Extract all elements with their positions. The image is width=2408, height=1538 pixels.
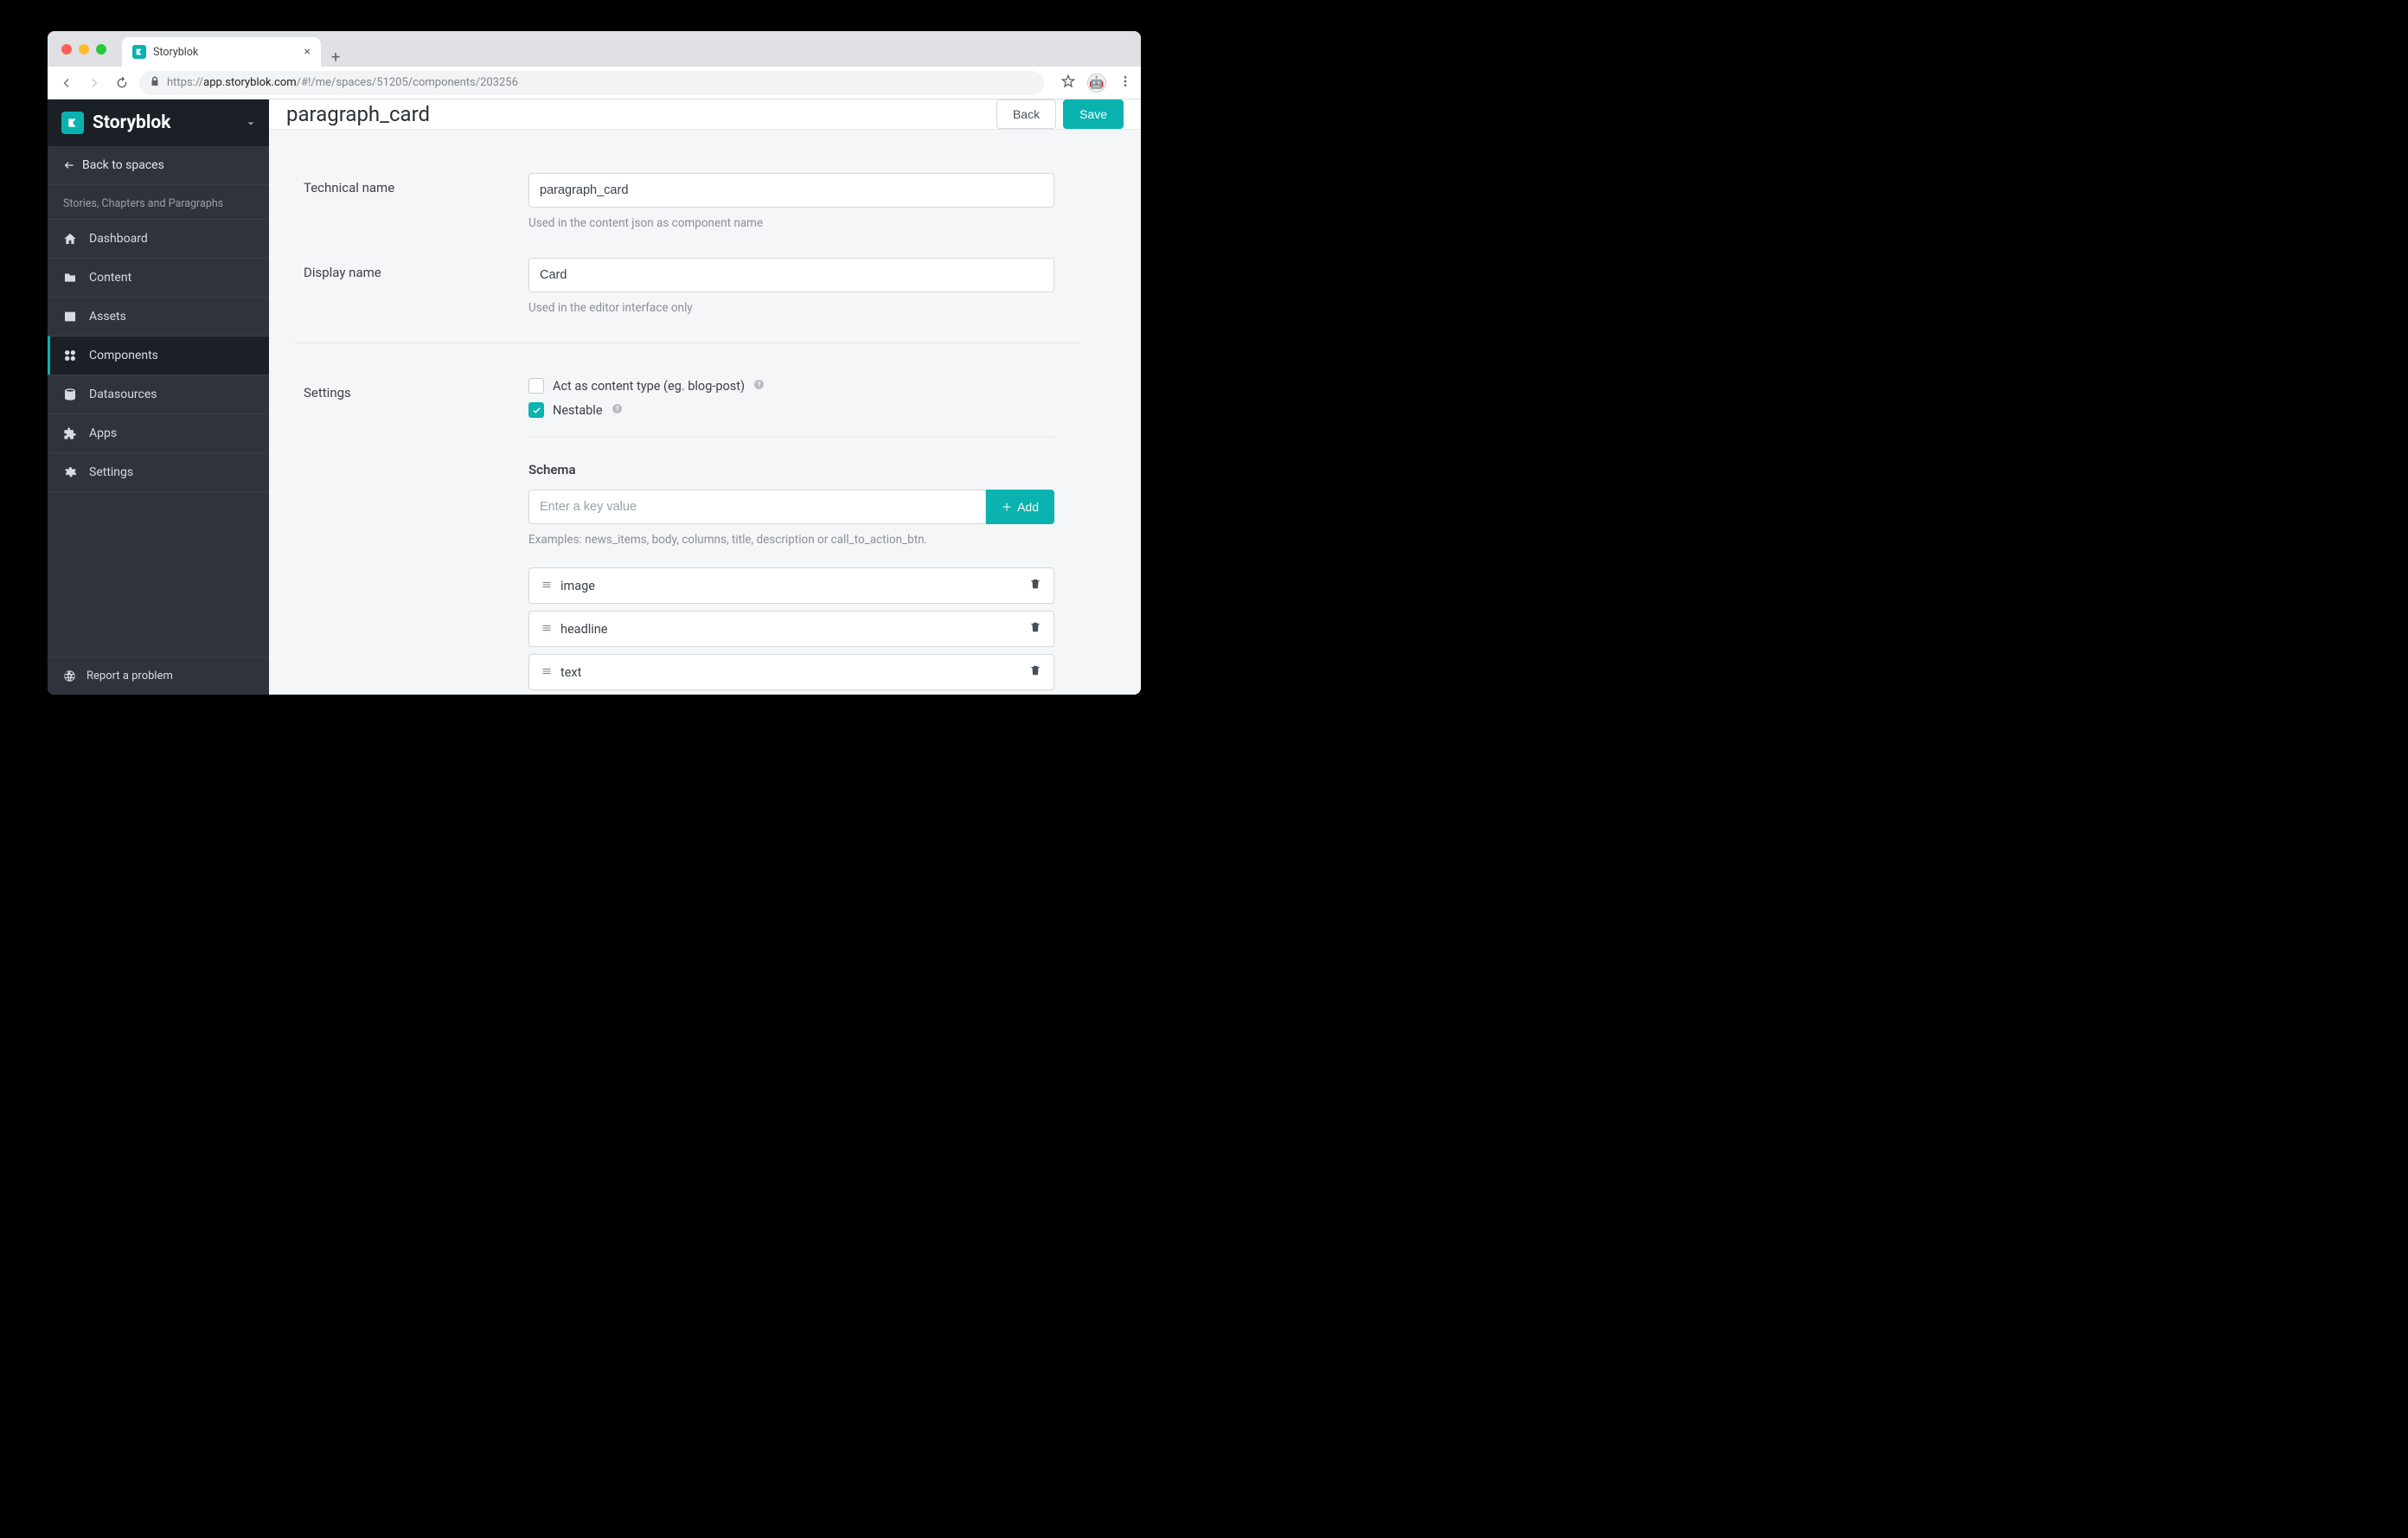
schema-item[interactable]: image [528, 567, 1054, 604]
technical-name-help: Used in the content json as component na… [528, 216, 1054, 230]
workspace-name: Stories, Chapters and Paragraphs [48, 185, 269, 219]
schema-heading: Schema [528, 462, 1054, 477]
image-icon [63, 310, 77, 324]
back-to-spaces-link[interactable]: Back to spaces [48, 146, 269, 185]
storyblok-logo-icon [61, 112, 84, 134]
app-container: Storyblok Back to spaces Stories, Chapte… [48, 99, 1141, 695]
bookmark-icon[interactable] [1061, 74, 1075, 92]
minimize-window-button[interactable] [79, 44, 89, 54]
sidebar-nav: Dashboard Content Assets Components Data… [48, 219, 269, 657]
sidebar-item-label: Apps [89, 426, 117, 440]
components-icon [63, 349, 77, 362]
browser-tab[interactable]: Storyblok × [122, 37, 321, 67]
browser-toolbar: https://app.storyblok.com/#!/me/spaces/5… [48, 67, 1141, 99]
sidebar-item-dashboard[interactable]: Dashboard [48, 219, 269, 258]
back-button[interactable]: Back [996, 99, 1056, 129]
tab-favicon-icon [132, 45, 146, 59]
help-icon[interactable]: ? [612, 403, 623, 418]
sidebar-item-label: Components [89, 349, 158, 362]
lock-icon [150, 76, 160, 90]
sidebar-item-settings[interactable]: Settings [48, 452, 269, 492]
sidebar-item-label: Datasources [89, 388, 157, 401]
browser-menu-icon[interactable] [1118, 74, 1132, 92]
sidebar-item-label: Content [89, 271, 131, 285]
page-title: paragraph_card [286, 102, 430, 126]
sidebar-item-assets[interactable]: Assets [48, 297, 269, 336]
window-controls [61, 44, 106, 54]
main-content: paragraph_card Back Save Technical name … [269, 99, 1141, 695]
close-window-button[interactable] [61, 44, 72, 54]
back-link-label: Back to spaces [82, 158, 164, 172]
tab-close-icon[interactable]: × [304, 45, 311, 59]
schema-item[interactable]: text [528, 654, 1054, 690]
profile-avatar[interactable]: 🤖 [1087, 74, 1106, 93]
brand-text: Storyblok [93, 112, 171, 133]
svg-text:?: ? [615, 405, 618, 413]
report-problem-link[interactable]: Report a problem [48, 657, 269, 695]
schema-list: image headline text [528, 567, 1054, 690]
content-topbar: paragraph_card Back Save [269, 99, 1141, 130]
drag-handle-icon[interactable] [541, 622, 552, 637]
database-icon [63, 388, 77, 401]
new-tab-button[interactable]: + [331, 48, 340, 67]
nestable-label: Nestable [553, 403, 603, 418]
tab-title: Storyblok [153, 46, 198, 59]
footer-label: Report a problem [86, 670, 173, 682]
plus-icon [1002, 502, 1012, 512]
schema-item-name: image [560, 579, 595, 593]
content-type-checkbox[interactable] [528, 378, 544, 394]
sidebar-item-label: Dashboard [89, 232, 148, 246]
settings-label: Settings [304, 378, 528, 695]
drag-handle-icon[interactable] [541, 665, 552, 680]
display-name-label: Display name [304, 258, 528, 315]
sidebar-item-content[interactable]: Content [48, 258, 269, 297]
nestable-checkbox[interactable] [528, 402, 544, 418]
chevron-down-icon [247, 112, 255, 133]
gear-icon [63, 465, 77, 479]
home-icon [63, 232, 77, 246]
svg-text:?: ? [758, 381, 761, 388]
display-name-help: Used in the editor interface only [528, 301, 1054, 315]
sidebar-item-label: Assets [89, 310, 126, 324]
reload-button[interactable] [112, 73, 132, 93]
add-button-label: Add [1017, 500, 1039, 514]
technical-name-label: Technical name [304, 173, 528, 230]
schema-item[interactable]: headline [528, 611, 1054, 647]
sidebar-item-datasources[interactable]: Datasources [48, 375, 269, 413]
browser-tab-strip: Storyblok × + [48, 31, 1141, 67]
sidebar: Storyblok Back to spaces Stories, Chapte… [48, 99, 269, 695]
puzzle-icon [63, 426, 77, 440]
content-type-label: Act as content type (eg. blog-post) [553, 379, 745, 394]
schema-item-name: headline [560, 622, 608, 637]
technical-name-input[interactable] [528, 173, 1054, 208]
help-icon[interactable]: ? [753, 379, 765, 394]
delete-icon[interactable] [1029, 664, 1041, 680]
save-button[interactable]: Save [1063, 99, 1124, 129]
drag-handle-icon[interactable] [541, 579, 552, 593]
display-name-input[interactable] [528, 258, 1054, 292]
add-schema-button[interactable]: Add [986, 490, 1054, 524]
forward-button[interactable] [84, 73, 105, 93]
delete-icon[interactable] [1029, 621, 1041, 637]
form-container: Technical name Used in the content json … [269, 130, 1141, 695]
folder-icon [63, 271, 77, 285]
address-bar[interactable]: https://app.storyblok.com/#!/me/spaces/5… [139, 71, 1044, 95]
sidebar-brand[interactable]: Storyblok [48, 99, 269, 146]
schema-key-input[interactable] [528, 490, 986, 524]
schema-help-text: Examples: news_items, body, columns, tit… [528, 533, 1054, 547]
back-button[interactable] [56, 73, 77, 93]
schema-item-name: text [560, 665, 581, 680]
delete-icon[interactable] [1029, 578, 1041, 593]
globe-icon [63, 670, 76, 682]
sidebar-item-label: Settings [89, 465, 133, 479]
sidebar-item-apps[interactable]: Apps [48, 413, 269, 452]
sidebar-item-components[interactable]: Components [48, 336, 269, 375]
url-text: https://app.storyblok.com/#!/me/spaces/5… [167, 76, 518, 89]
maximize-window-button[interactable] [96, 44, 106, 54]
browser-window: Storyblok × + https://app.storyblok.com/… [48, 31, 1141, 695]
